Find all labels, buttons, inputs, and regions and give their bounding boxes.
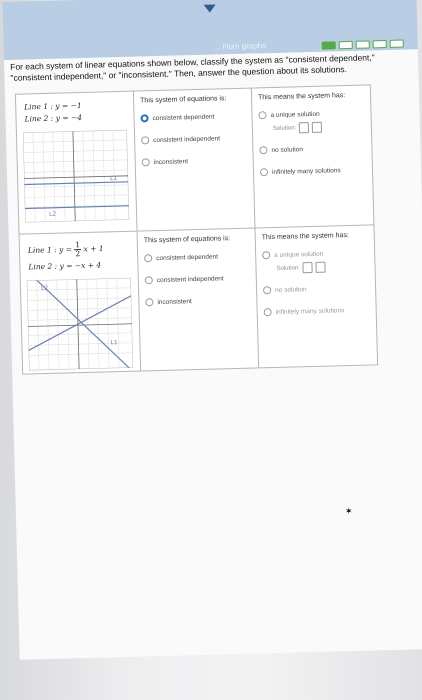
radio[interactable] [141,136,150,145]
option-label: consistent independent [156,274,224,284]
option-label: inconsistent [157,297,192,306]
solutions-prompt: This means the system has: [257,92,346,102]
graph-cell: Line 1 : y = −1 Line 2 : y = −4 L1 L2 [15,91,138,234]
option-unique-solution[interactable]: a unique solution [262,249,368,260]
option-label: a unique solution [274,250,324,259]
solution-entry: Solution: [276,261,368,274]
solution-y-input[interactable] [315,261,327,273]
worksheet-page: ... Num graphs For each system of linear… [2,0,422,660]
topic-title: ... Num graphs [213,41,267,52]
graph-cell: Line 1 : y = 1 2 x + 1 Line 2 : y = −x +… [19,231,142,374]
progress-segment [321,41,336,50]
option-consistent-dependent[interactable]: consistent dependent [140,112,245,123]
coordinate-graph: L1 L2 [26,277,134,371]
top-bar: ... Num graphs [2,0,418,61]
solution-label: Solution: [276,264,300,272]
radio[interactable] [262,251,271,260]
systems-table: Line 1 : y = −1 Line 2 : y = −4 L1 L2 Th… [14,84,379,375]
radio[interactable] [141,158,150,167]
radio[interactable] [259,146,268,155]
classification-prompt: This system of equations is: [143,235,231,245]
radio[interactable] [144,276,153,285]
radio[interactable] [263,286,272,295]
option-label: consistent dependent [156,252,219,262]
option-no-solution[interactable]: no solution [263,284,369,295]
classification-cell: This system of equations is: consistent … [133,88,256,231]
graph-label-l2: L2 [49,211,57,218]
option-unique-solution[interactable]: a unique solution [258,109,364,120]
solution-label: Solution: [272,124,297,132]
radio-selected[interactable] [140,114,149,123]
option-label: no solution [271,145,303,154]
option-label: infinitely many solutions [275,306,345,316]
option-inconsistent[interactable]: inconsistent [145,296,250,307]
progress-segment [389,39,404,48]
option-label: a unique solution [270,110,320,119]
classification-prompt: This system of equations is: [140,95,227,105]
collapse-caret-icon[interactable] [203,4,216,13]
progress-segment [372,39,387,49]
option-label: consistent dependent [152,113,215,122]
solution-x-input[interactable] [302,261,314,274]
option-consistent-independent[interactable]: consistent independent [144,274,250,285]
option-no-solution[interactable]: no solution [259,144,365,155]
radio[interactable] [144,254,153,263]
mouse-cursor-icon: ✶ [345,506,353,516]
graph-label-l1: L1 [110,339,118,346]
option-consistent-dependent[interactable]: consistent dependent [144,252,249,263]
option-label: infinitely many solutions [271,166,341,176]
line1-equation: Line 1 : y = 1 2 x + 1 [27,240,104,259]
radio[interactable] [145,298,154,307]
option-infinite-solutions[interactable]: infinitely many solutions [263,306,370,317]
radio[interactable] [263,308,272,317]
line1-equation: Line 1 : y = −1 [24,100,82,112]
option-infinite-solutions[interactable]: infinitely many solutions [259,166,366,177]
solution-y-input[interactable] [312,121,323,133]
line2-equation: Line 2 : y = −x + 4 [28,260,102,272]
coordinate-graph: L1 L2 [22,129,130,224]
progress-segment [355,40,370,49]
system-row: Line 1 : y = −1 Line 2 : y = −4 L1 L2 Th… [15,85,374,235]
line2-equation: Line 2 : y = −4 [24,112,83,124]
option-label: consistent independent [153,134,221,144]
solutions-cell: This means the system has: a unique solu… [252,85,374,227]
option-label: inconsistent [153,157,189,166]
solution-x-input[interactable] [299,122,310,134]
solutions-prompt: This means the system has: [261,232,349,242]
graph-label-l1: L1 [110,175,118,182]
radio[interactable] [259,168,269,177]
graph-label-l2: L2 [41,285,49,292]
progress-segment [338,40,353,50]
option-consistent-independent[interactable]: consistent independent [141,134,246,145]
system-row: Line 1 : y = 1 2 x + 1 Line 2 : y = −x +… [19,225,378,374]
radio[interactable] [258,111,267,120]
option-label: no solution [275,285,307,294]
solution-entry: Solution: [273,121,365,134]
option-inconsistent[interactable]: inconsistent [141,156,247,167]
classification-cell: This system of equations is: consistent … [137,228,260,371]
solutions-cell: This means the system has: a unique solu… [255,225,377,367]
